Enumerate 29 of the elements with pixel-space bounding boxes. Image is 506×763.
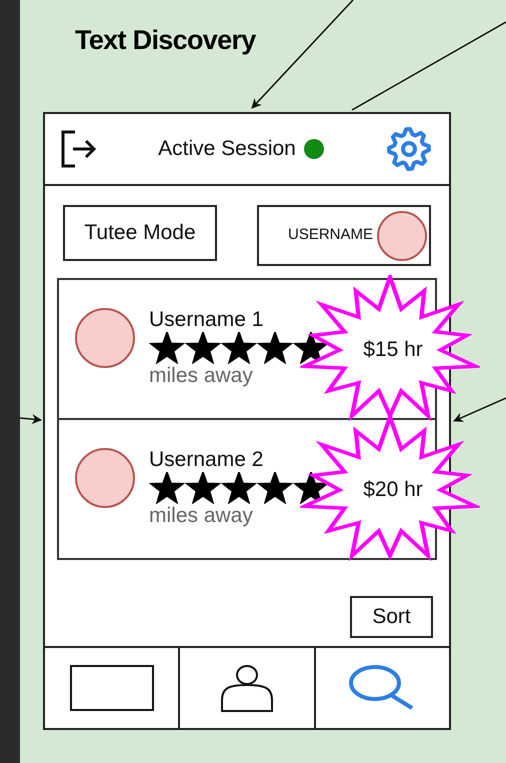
price-text: $20 hr <box>363 477 423 504</box>
star-icon <box>293 472 329 504</box>
star-icon <box>221 332 257 364</box>
sort-button[interactable]: Sort <box>350 596 433 638</box>
mode-button[interactable]: Tutee Mode <box>63 205 217 261</box>
star-icon <box>149 332 185 364</box>
username-label: USERNAME <box>288 225 373 246</box>
logout-icon[interactable] <box>61 130 97 168</box>
diagram-title: Text Discovery <box>75 24 256 57</box>
user-chip[interactable]: USERNAME <box>257 205 431 266</box>
star-icon <box>257 332 293 364</box>
distance-text: miles away <box>149 504 254 528</box>
rectangle-icon <box>70 665 154 711</box>
search-icon <box>349 665 416 711</box>
session-status: Active Session <box>158 136 296 162</box>
star-icon <box>185 472 221 504</box>
username: Username 2 <box>149 448 264 472</box>
connector-arrow <box>453 397 506 422</box>
star-icon <box>257 472 293 504</box>
star-icon <box>293 332 329 364</box>
distance-text: miles away <box>149 364 254 388</box>
star-icon <box>185 332 221 364</box>
star-icon <box>149 472 185 504</box>
username: Username 1 <box>149 308 264 332</box>
price-text: $15 hr <box>363 337 423 364</box>
person-icon <box>218 664 275 712</box>
connector-arrow <box>20 414 42 424</box>
star-icon <box>221 472 257 504</box>
settings-icon[interactable] <box>385 125 433 173</box>
